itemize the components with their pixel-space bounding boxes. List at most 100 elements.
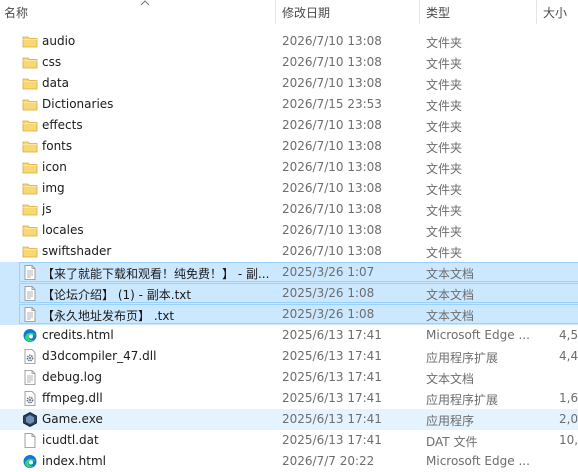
file-modified-date: 2026/7/10 13:08 [282,223,382,237]
file-row[interactable]: 【来了就能下载和观看！纯免费！】 - 副... 2025/3/26 1:07 文本文… [0,262,578,283]
file-name: Game.exe [42,412,103,426]
file-type: 文件夹 [426,120,463,134]
file-modified-date: 2025/6/13 17:41 [282,349,382,363]
file-modified-date: 2025/3/26 1:08 [282,286,375,300]
folder-icon [22,76,38,91]
file-row[interactable]: 【永久地址发布页】 .txt 2025/3/26 1:08 文本文档 [0,304,578,325]
file-type: 文件夹 [426,225,463,239]
file-name: 【来了就能下载和观看！纯免费！】 - 副... [42,267,270,281]
file-row[interactable]: data 2026/7/10 13:08 文件夹 [0,73,578,94]
file-row[interactable]: locales 2026/7/10 13:08 文件夹 [0,220,578,241]
file-type: 文件夹 [426,99,463,113]
file-type: 文件夹 [426,246,463,260]
file-type: 文件夹 [426,141,463,155]
file-modified-date: 2026/7/10 13:08 [282,181,382,195]
file-modified-date: 2025/6/13 17:41 [282,370,382,384]
file-modified-date: 2026/7/10 13:08 [282,76,382,90]
file-row[interactable]: ffmpeg.dll 2025/6/13 17:41 应用程序扩展 1,6 [0,388,578,409]
file-name: ffmpeg.dll [42,391,103,405]
file-size: 2,0 [559,412,578,426]
file-row[interactable]: js 2026/7/10 13:08 文件夹 [0,199,578,220]
text-document-icon [22,307,38,322]
file-modified-date: 2026/7/10 13:08 [282,34,382,48]
file-row[interactable]: index.html 2026/7/7 20:22 Microsoft Edge .… [0,451,578,472]
file-type: Microsoft Edge ... [426,454,530,468]
column-header-type[interactable]: 类型 [426,4,450,21]
column-divider[interactable] [536,0,537,24]
column-header-date[interactable]: 修改日期 [282,4,330,21]
file-row[interactable]: audio 2026/7/10 13:08 文件夹 [0,31,578,52]
file-name: 【论坛介绍】 (1) - 副本.txt [42,288,192,302]
column-header-size[interactable]: 大小 [543,4,567,21]
file-modified-date: 2026/7/10 13:08 [282,139,382,153]
file-name: js [42,202,52,216]
file-type: 应用程序扩展 [426,393,499,407]
text-document-icon [22,265,38,280]
file-type: 应用程序扩展 [426,351,499,365]
file-list: audio 2026/7/10 13:08 文件夹 css 2026/7/10 13:0… [0,31,578,472]
folder-icon [22,97,38,112]
file-name: effects [42,118,83,132]
file-row[interactable]: d3dcompiler_47.dll 2025/6/13 17:41 应用程序扩展 4… [0,346,578,367]
file-modified-date: 2026/7/15 23:53 [282,97,382,111]
file-row[interactable]: debug.log 2025/6/13 17:41 文本文档 [0,367,578,388]
file-row[interactable]: css 2026/7/10 13:08 文件夹 [0,52,578,73]
sort-up-chevron-icon [140,0,150,6]
file-size: 10,2 [559,433,578,447]
file-modified-date: 2025/6/13 17:41 [282,412,382,426]
column-header-name[interactable]: 名称 [4,4,28,21]
column-header-bar: 名称 修改日期 类型 大小 [0,0,578,24]
file-row[interactable]: img 2026/7/10 13:08 文件夹 [0,178,578,199]
file-type: 文本文档 [426,309,475,323]
file-name: icudtl.dat [42,433,99,447]
dll-gear-icon [22,349,38,364]
edge-browser-icon [22,454,38,469]
file-type: Microsoft Edge ... [426,328,530,342]
file-row[interactable]: icon 2026/7/10 13:08 文件夹 [0,157,578,178]
file-size: 4,4 [559,349,578,363]
file-row[interactable]: Dictionaries 2026/7/15 23:53 文件夹 [0,94,578,115]
file-row[interactable]: swiftshader 2026/7/10 13:08 文件夹 [0,241,578,262]
edge-browser-icon [22,328,38,343]
file-row[interactable]: credits.html 2025/6/13 17:41 Microsoft Edg… [0,325,578,346]
text-document-icon [22,286,38,301]
file-modified-date: 2025/6/13 17:41 [282,328,382,342]
file-row[interactable]: icudtl.dat 2025/6/13 17:41 DAT 文件 10,2 [0,430,578,451]
file-type: DAT 文件 [426,435,478,449]
file-modified-date: 2025/3/26 1:07 [282,265,375,279]
file-name: 【永久地址发布页】 .txt [42,309,175,323]
folder-icon [22,223,38,238]
folder-icon [22,202,38,217]
file-row[interactable]: effects 2026/7/10 13:08 文件夹 [0,115,578,136]
file-modified-date: 2026/7/10 13:08 [282,202,382,216]
folder-icon [22,181,38,196]
file-name: credits.html [42,328,114,342]
column-divider[interactable] [275,0,276,24]
file-name: locales [42,223,84,237]
folder-icon [22,244,38,259]
blank-file-icon [22,433,38,448]
file-name: icon [42,160,67,174]
file-name: css [42,55,62,69]
file-type: 文本文档 [426,372,475,386]
column-divider[interactable] [419,0,420,24]
file-type: 应用程序 [426,414,475,428]
file-modified-date: 2025/6/13 17:41 [282,391,382,405]
file-type: 文件夹 [426,57,463,71]
file-modified-date: 2026/7/10 13:08 [282,118,382,132]
file-type: 文件夹 [426,204,463,218]
file-name: debug.log [42,370,102,384]
file-name: index.html [42,454,106,468]
file-modified-date: 2026/7/10 13:08 [282,160,382,174]
file-name: swiftshader [42,244,112,258]
dll-gear-icon [22,391,38,406]
text-document-icon [22,370,38,385]
file-type: 文件夹 [426,36,463,50]
file-type: 文件夹 [426,183,463,197]
file-modified-date: 2025/6/13 17:41 [282,433,382,447]
file-row[interactable]: Game.exe 2025/6/13 17:41 应用程序 2,0 [0,409,578,430]
file-size: 4,5 [559,328,578,342]
file-name: d3dcompiler_47.dll [42,349,157,363]
file-row[interactable]: 【论坛介绍】 (1) - 副本.txt 2025/3/26 1:08 文本文档 [0,283,578,304]
file-row[interactable]: fonts 2026/7/10 13:08 文件夹 [0,136,578,157]
